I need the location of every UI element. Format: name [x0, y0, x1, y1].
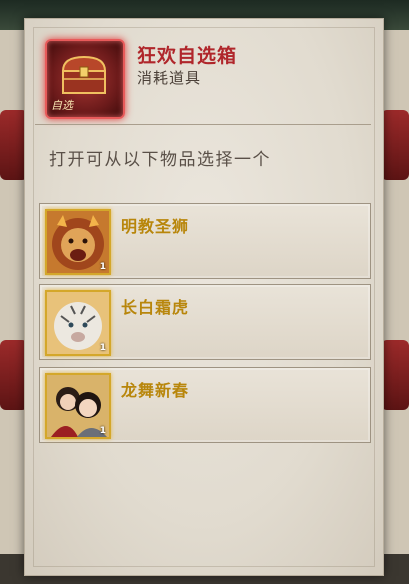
lion-portrait-icon: 1 [45, 209, 111, 275]
selection-instruction: 打开可从以下物品选择一个 [49, 150, 271, 170]
background-card [381, 110, 409, 180]
white-tiger-portrait-icon: 1 [45, 290, 111, 356]
chest-graphic [61, 55, 107, 94]
treasure-chest-icon: 自选 [45, 39, 125, 119]
background-card [381, 340, 409, 410]
divider [35, 124, 371, 125]
option-name: 龙舞新春 [121, 381, 190, 400]
option-item[interactable]: 1 龙舞新春 [39, 367, 371, 443]
option-item[interactable]: 1 长白霜虎 [39, 284, 371, 360]
option-name: 长白霜虎 [121, 298, 190, 317]
option-name: 明教圣狮 [121, 217, 190, 236]
item-title: 狂欢自选箱 [137, 45, 238, 67]
option-count: 1 [99, 426, 106, 436]
two-characters-portrait-icon: 1 [45, 373, 111, 439]
item-detail-popup: 自选 狂欢自选箱 消耗道具 打开可从以下物品选择一个 1 明教圣狮 1 长白霜虎… [24, 18, 384, 576]
item-badge: 自选 [51, 99, 73, 112]
option-item[interactable]: 1 明教圣狮 [39, 203, 371, 279]
option-count: 1 [99, 262, 106, 272]
item-type: 消耗道具 [137, 69, 202, 87]
option-count: 1 [99, 343, 106, 353]
